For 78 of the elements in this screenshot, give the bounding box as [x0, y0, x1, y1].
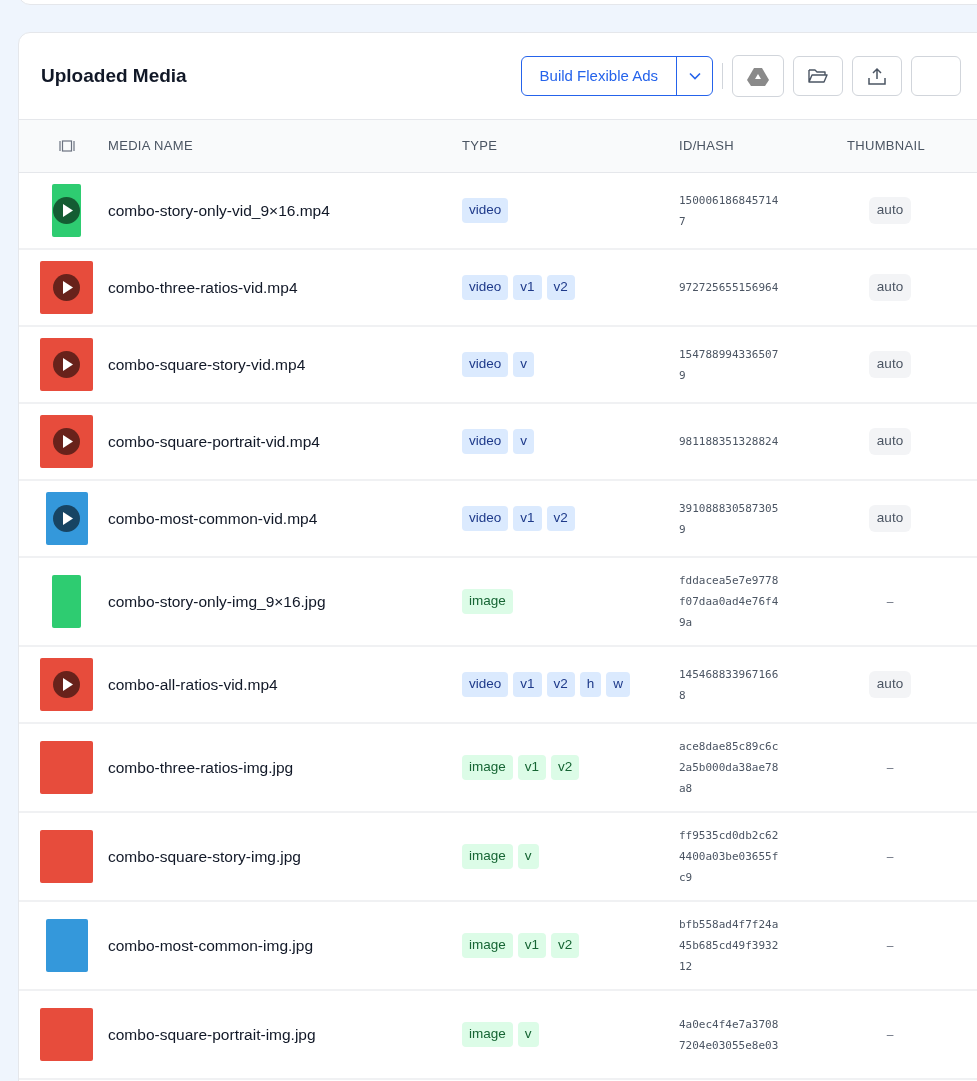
- play-icon: [53, 505, 80, 532]
- thumbnail-badge: auto: [868, 197, 912, 224]
- upload-button[interactable]: [852, 56, 902, 96]
- type-tag: w: [606, 672, 631, 697]
- type-tag: v2: [546, 275, 575, 300]
- play-icon: [53, 351, 80, 378]
- type-tag: h: [579, 672, 602, 697]
- play-icon: [53, 274, 80, 301]
- media-id: fddacea5e7e9778f07daa0ad4e76f49a: [679, 573, 779, 631]
- thumbnail-value: –: [886, 759, 894, 777]
- media-name: combo-square-story-vid.mp4: [108, 354, 307, 375]
- media-id: 1454688339671668: [679, 666, 779, 704]
- media-id: 1547889943365079: [679, 346, 779, 384]
- columns-icon[interactable]: [58, 140, 75, 152]
- thumbnail-badge: auto: [868, 428, 912, 455]
- thumbnail-value: –: [886, 937, 894, 955]
- media-name: combo-story-only-vid_9×16.mp4: [108, 200, 331, 221]
- type-tag: v: [517, 844, 539, 869]
- media-name: combo-most-common-vid.mp4: [108, 508, 319, 529]
- column-header: MEDIA NAME: [108, 137, 194, 156]
- thumbnail-value: –: [886, 1026, 894, 1044]
- media-id: 981188351328824: [679, 434, 779, 450]
- type-tag: video: [462, 198, 509, 223]
- type-tag: video: [462, 429, 509, 454]
- play-icon: [53, 671, 80, 698]
- media-id: 1500061868457147: [679, 192, 779, 230]
- type-tag: v2: [551, 933, 580, 958]
- media-id: 4a0ec4f4e7a37087204e03055e8e03: [679, 1016, 779, 1054]
- media-name: combo-story-only-img_9×16.jpg: [108, 591, 327, 612]
- section-title: Uploaded Media: [41, 63, 187, 88]
- media-name: combo-three-ratios-vid.mp4: [108, 277, 299, 298]
- type-tag: v: [513, 352, 535, 377]
- column-header: THUMBNAIL: [847, 137, 926, 156]
- type-tag: image: [462, 589, 513, 614]
- media-name: combo-all-ratios-vid.mp4: [108, 674, 279, 695]
- media-name: combo-square-portrait-img.jpg: [108, 1024, 317, 1045]
- type-tag: image: [462, 1022, 513, 1047]
- type-tag: v1: [517, 755, 547, 780]
- type-tag: v: [513, 429, 535, 454]
- column-header: TYPE: [462, 137, 499, 156]
- column-header: ID/HASH: [679, 137, 735, 156]
- type-tag: v1: [513, 672, 542, 697]
- thumbnail-badge: auto: [868, 505, 912, 532]
- thumbnail-badge: auto: [868, 351, 912, 378]
- drive-button[interactable]: [732, 55, 784, 97]
- type-tag: v2: [551, 755, 580, 780]
- type-tag: v: [517, 1022, 539, 1047]
- type-tag: video: [462, 672, 509, 697]
- media-id: ff9535cd0db2c624400a03be03655fc9: [679, 828, 779, 886]
- media-name: combo-three-ratios-img.jpg: [108, 757, 295, 778]
- type-tag: image: [462, 755, 513, 780]
- media-id: bfb558ad4f7f24a45b685cd49f393212: [679, 917, 779, 975]
- upload-icon: [868, 67, 886, 85]
- media-name: combo-square-story-img.jpg: [108, 846, 302, 867]
- type-tag: video: [462, 506, 509, 531]
- thumbnail-badge: auto: [868, 274, 912, 301]
- type-tag: v1: [513, 506, 542, 531]
- play-icon: [53, 197, 80, 224]
- media-name: combo-most-common-img.jpg: [108, 935, 314, 956]
- type-tag: v1: [517, 933, 547, 958]
- media-name: combo-square-portrait-vid.mp4: [108, 431, 321, 452]
- type-tag: video: [462, 352, 509, 377]
- media-id: 972725655156964: [679, 280, 779, 296]
- thumbnail-badge: auto: [868, 671, 912, 698]
- type-tag: v1: [513, 275, 542, 300]
- type-tag: v2: [546, 506, 575, 531]
- type-tag: video: [462, 275, 509, 300]
- thumbnail-value: –: [886, 593, 894, 611]
- type-tag: image: [462, 844, 513, 869]
- folder-icon: [808, 68, 828, 84]
- type-tag: v2: [546, 672, 575, 697]
- media-id: ace8dae85c89c6c2a5b000da38ae78a8: [679, 739, 779, 797]
- play-icon: [53, 428, 80, 455]
- caret-icon: [688, 72, 701, 80]
- media-id: 3910888305873059: [679, 500, 779, 538]
- thumbnail-value: –: [886, 848, 894, 866]
- folder-button[interactable]: [793, 56, 843, 96]
- type-tag: image: [462, 933, 513, 958]
